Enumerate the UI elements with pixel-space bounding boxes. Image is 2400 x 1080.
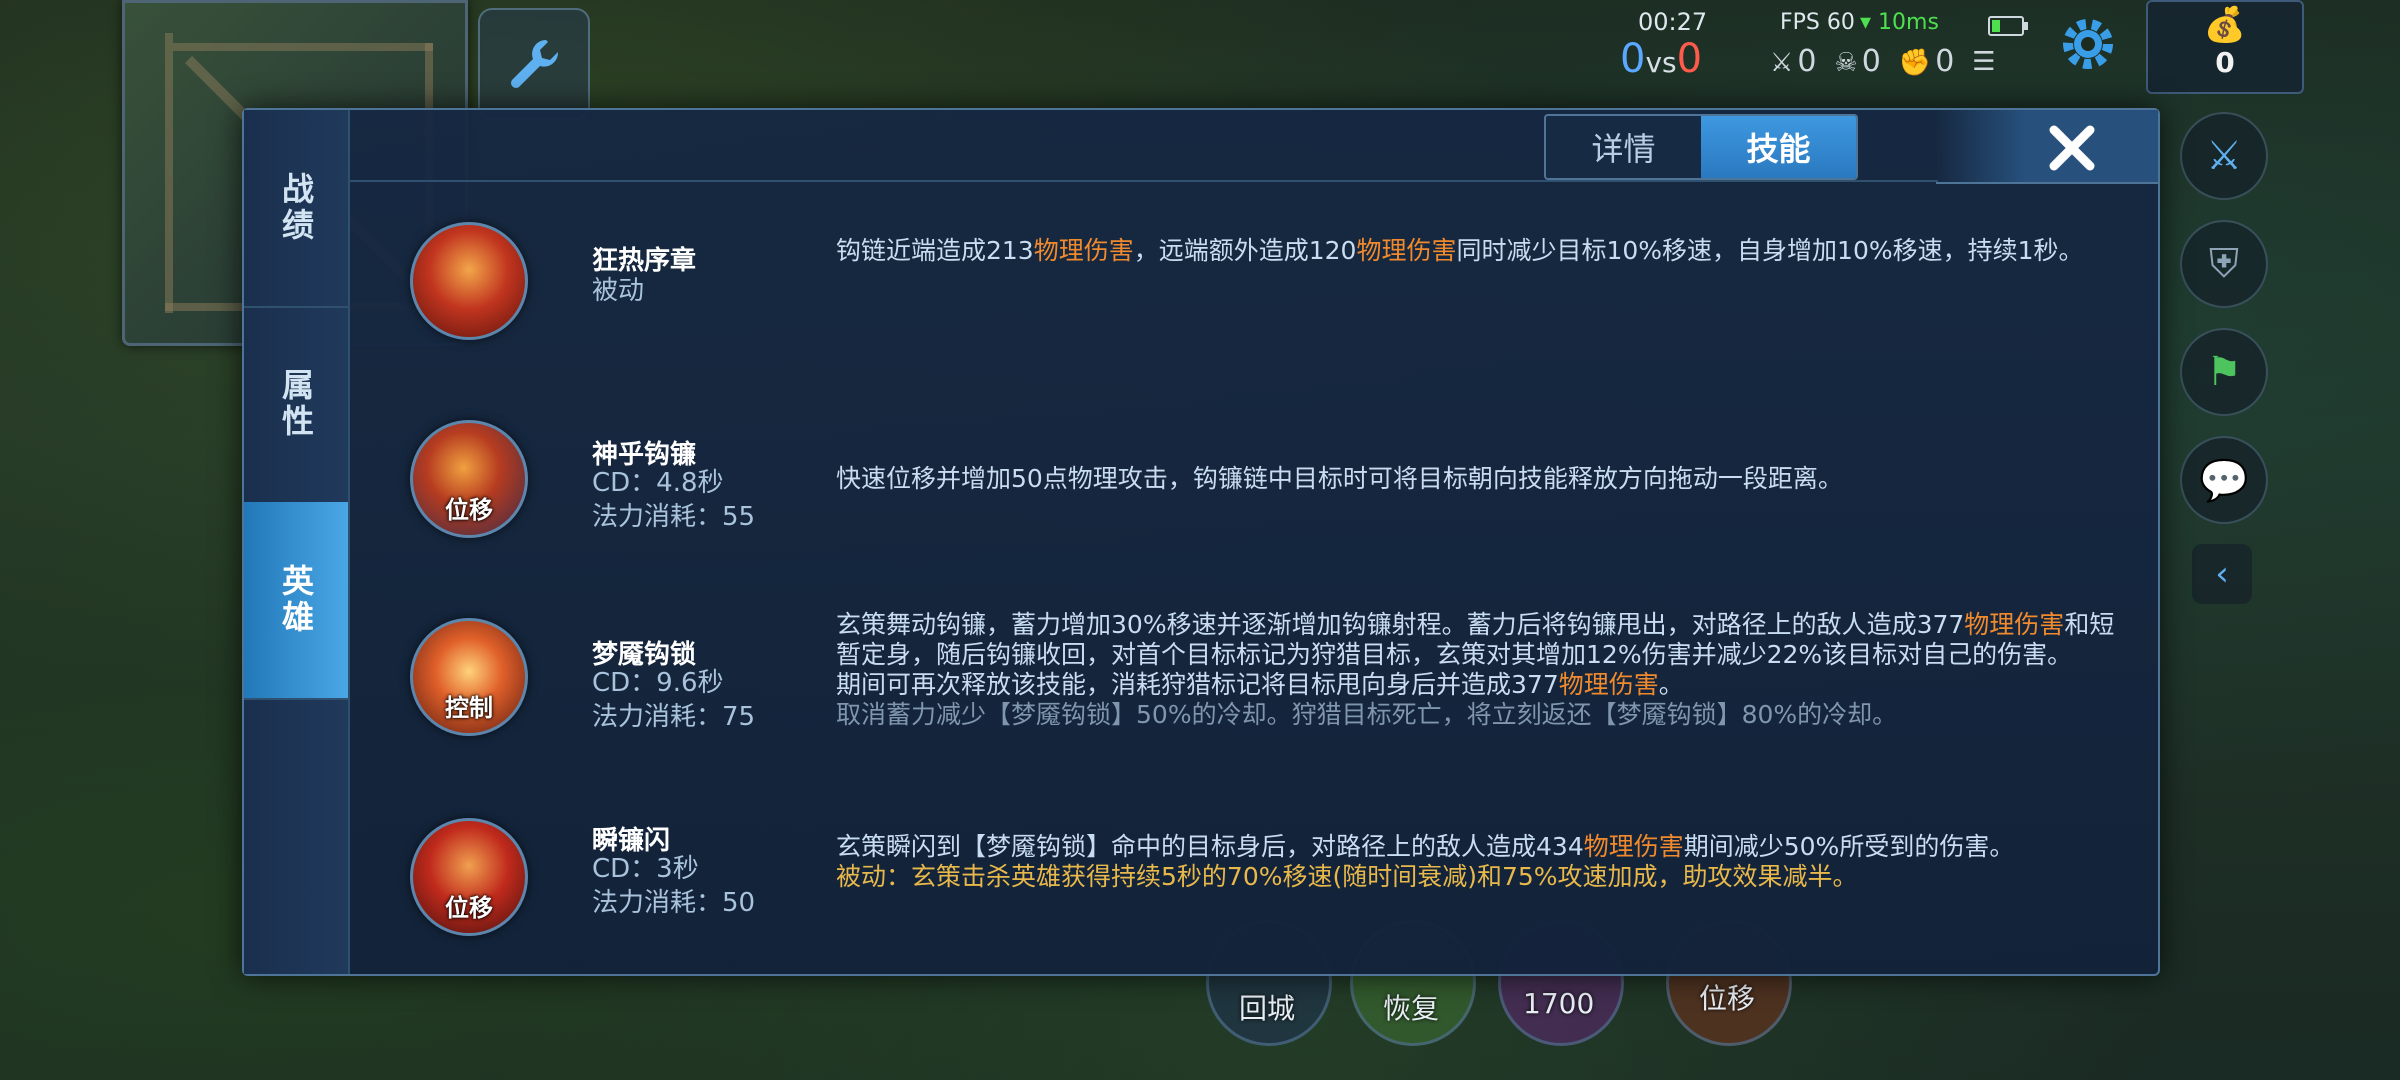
tab-details[interactable]: 详情	[1546, 116, 1701, 178]
gold-value: 0	[2215, 46, 2235, 79]
skill-description: 快速位移并增加50点物理攻击，钩镰链中目标时可将目标朝向技能释放方向拖动一段距离…	[836, 464, 2136, 494]
tab-attributes[interactable]: 属性	[244, 306, 348, 504]
attack-signal-button[interactable]: ⚔	[2180, 112, 2268, 200]
list-icon[interactable]: ☰	[1972, 47, 1995, 77]
team-score: 0vs0	[1620, 36, 1702, 82]
tab-skills[interactable]: 技能	[1701, 116, 1856, 178]
tab-hero[interactable]: 英雄	[244, 502, 348, 700]
assists-count: 0	[1935, 44, 1955, 79]
description-text: 期间减少50%所受到的伤害。	[1683, 832, 2015, 861]
skill-1-icon[interactable]: 位移	[410, 420, 528, 538]
shield-icon: ⛨	[2209, 241, 2239, 287]
description-text: 。	[1658, 670, 1684, 699]
damage-type-highlight: 物理伤害	[1356, 236, 1457, 265]
damage-type-highlight: 物理伤害	[1558, 670, 1659, 699]
skill-3-icon[interactable]: 位移	[410, 818, 528, 936]
skull-icon: ☠	[1834, 48, 1858, 78]
deaths-count: 0	[1861, 44, 1881, 79]
damage-type-highlight: 物理伤害	[1583, 832, 1684, 861]
wifi-icon: ▾	[1860, 10, 1872, 35]
skill-2-icon[interactable]: 控制	[410, 618, 528, 736]
kills-count: 0	[1797, 44, 1817, 79]
dash-label: 位移	[1699, 982, 1756, 1015]
ultimate-cost-label: 1700	[1523, 987, 1595, 1020]
skill-row: 位移 神乎钩镰 CD：4.8秒 法力消耗：55 快速位移并增加50点物理攻击，钩…	[348, 420, 2156, 540]
skill-row: 狂热序章 被动 钩链近端造成213物理伤害，远端额外造成120物理伤害同时减少目…	[348, 222, 2156, 342]
red-score: 0	[1676, 36, 1703, 82]
skill-tag: 位移	[445, 496, 493, 524]
ping-readout: ▾ 10ms	[1860, 10, 1939, 35]
damage-type-highlight: 物理伤害	[1033, 236, 1134, 265]
skill-type: 被动	[592, 276, 645, 306]
skill-description: 玄策瞬闪到【梦魇钩锁】命中的目标身后，对路径上的敌人造成434物理伤害期间减少5…	[836, 832, 2136, 892]
flag-icon: ⚑	[2206, 349, 2242, 395]
gear-icon[interactable]	[2052, 8, 2124, 80]
description-text: 玄策瞬闪到【梦魇钩锁】命中的目标身后，对路径上的敌人造成434	[836, 832, 1584, 861]
close-icon	[2049, 125, 2095, 171]
chevron-left-icon: ‹	[2215, 554, 2229, 594]
side-tab-bar: 战绩 属性 英雄	[244, 110, 350, 974]
fps-readout: FPS 60	[1780, 10, 1855, 35]
skill-mana-cost: 法力消耗：50	[592, 888, 756, 918]
skill-description: 钩链近端造成213物理伤害，远端额外造成120物理伤害同时减少目标10%移速，自…	[836, 236, 2136, 266]
chat-icon: 💬	[2199, 457, 2249, 504]
passive-skill-icon[interactable]	[410, 222, 528, 340]
defend-signal-button[interactable]: ⛨	[2180, 220, 2268, 308]
description-text: 被动：玄策击杀英雄获得持续5秒的70%移速(随时间衰减)和75%攻速加成，助攻效…	[836, 862, 1858, 891]
money-bag-icon: 💰	[2203, 5, 2247, 45]
gather-signal-button[interactable]: ⚑	[2180, 328, 2268, 416]
skill-tag: 位移	[445, 894, 493, 922]
sword-icon: ⚔	[1770, 48, 1794, 78]
close-header	[1936, 110, 2158, 184]
gold-counter[interactable]: 💰 0	[2146, 0, 2304, 94]
skill-tag: 控制	[445, 694, 493, 722]
fist-icon: ✊	[1898, 48, 1932, 78]
hero-info-panel: 战绩 属性 英雄 详情 技能 狂热序章 被动 钩链近端造成213物理伤害，远端额…	[242, 108, 2160, 976]
kda-stats: ⚔ 0 ☠ 0 ✊ 0 ☰	[1770, 44, 2000, 79]
ping-value: 10ms	[1878, 10, 1939, 35]
right-action-rail: ⚔ ⛨ ⚑ 💬 ‹	[2180, 112, 2270, 604]
header-divider	[348, 180, 1938, 182]
collapse-button[interactable]: ‹	[2192, 544, 2252, 604]
description-text: 同时减少目标10%移速，自身增加10%移速，持续1秒。	[1456, 236, 2084, 265]
battery-icon	[1988, 16, 2028, 36]
description-text: ，远端额外造成120	[1133, 236, 1357, 265]
match-timer: 00:27	[1638, 8, 1708, 36]
skill-description: 玄策舞动钩镰，蓄力增加30%移速并逐渐增加钩镰射程。蓄力后将钩镰甩出，对路径上的…	[836, 610, 2136, 730]
sword-icon: ⚔	[2206, 133, 2242, 179]
chat-button[interactable]: 💬	[2180, 436, 2268, 524]
heal-label: 恢复	[1383, 992, 1440, 1025]
skill-mana-cost: 法力消耗：75	[592, 702, 756, 732]
recall-label: 回城	[1239, 992, 1296, 1025]
skill-row: 位移 瞬镰闪 CD：3秒 法力消耗：50 玄策瞬闪到【梦魇钩锁】命中的目标身后，…	[348, 818, 2156, 948]
description-text: 玄策舞动钩镰，蓄力增加30%移速并逐渐增加钩镰射程。蓄力后将钩镰甩出，对路径上的…	[836, 610, 1965, 639]
description-text: 期间可再次释放该技能，消耗狩猎标记将目标甩向身后并造成377	[836, 670, 1559, 699]
skill-cooldown: CD：4.8秒	[592, 468, 724, 498]
top-tab-bar: 详情 技能	[1544, 114, 1858, 180]
tab-record[interactable]: 战绩	[244, 110, 348, 308]
skill-cooldown: CD：3秒	[592, 854, 699, 884]
skill-cooldown: CD：9.6秒	[592, 668, 724, 698]
description-text: 快速位移并增加50点物理攻击，钩镰链中目标时可将目标朝向技能释放方向拖动一段距离…	[836, 464, 1843, 493]
skill-row: 控制 梦魇钩锁 CD：9.6秒 法力消耗：75 玄策舞动钩镰，蓄力增加30%移速…	[348, 600, 2156, 780]
skill-name: 狂热序章	[592, 246, 697, 276]
damage-type-highlight: 物理伤害	[1964, 610, 2065, 639]
description-text: 钩链近端造成213	[836, 236, 1034, 265]
blue-score: 0	[1620, 36, 1646, 82]
close-button[interactable]	[2042, 118, 2102, 178]
description-text: 取消蓄力减少【梦魇钩锁】50%的冷却。狩猎目标死亡，将立刻返还【梦魇钩锁】80%…	[836, 700, 1898, 729]
skill-mana-cost: 法力消耗：55	[592, 502, 756, 532]
vs-label: vs	[1645, 46, 1677, 79]
wrench-icon[interactable]	[478, 8, 590, 120]
